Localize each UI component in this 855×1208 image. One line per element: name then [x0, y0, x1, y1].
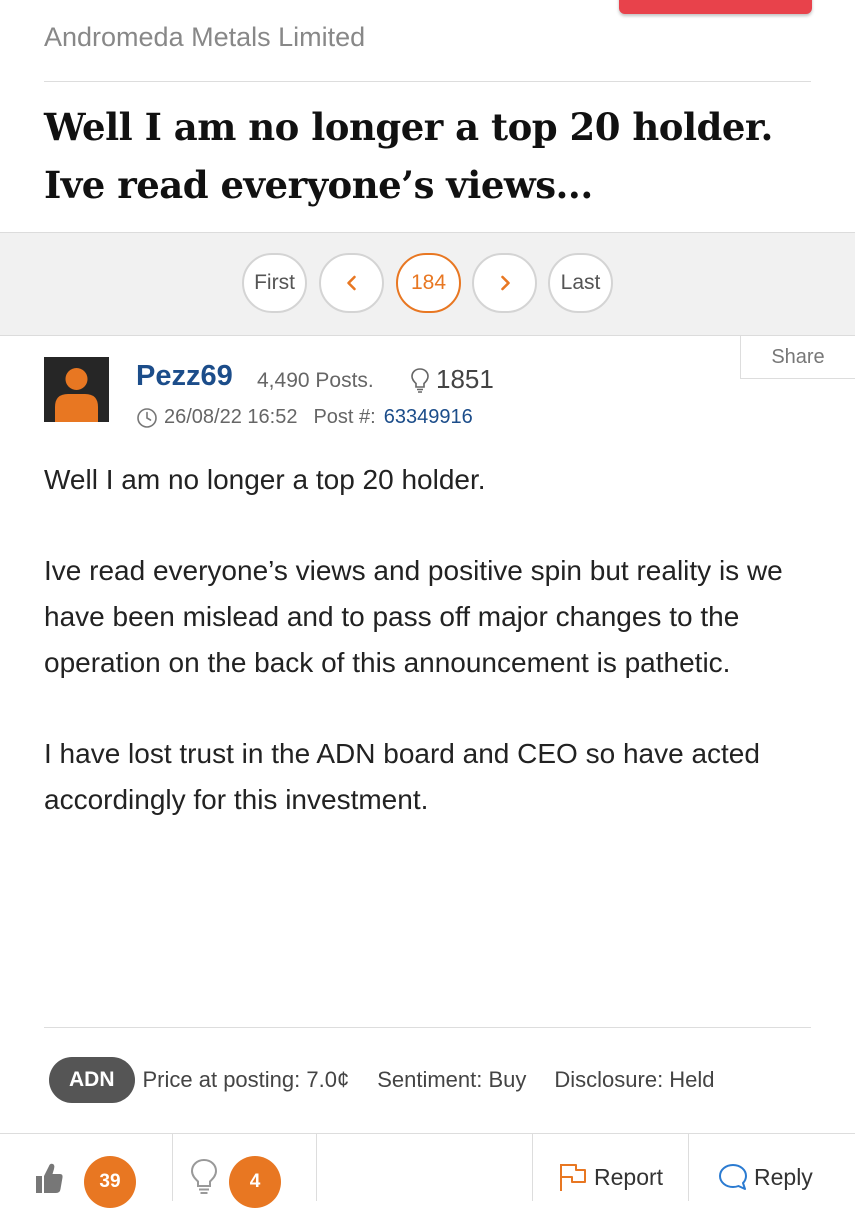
- chevron-right-icon: [500, 275, 510, 291]
- report-button[interactable]: Report: [558, 1162, 663, 1192]
- last-page-button[interactable]: Last: [548, 253, 613, 313]
- post-paragraph: Well I am no longer a top 20 holder.: [44, 464, 486, 495]
- divider: [316, 1134, 317, 1201]
- ticker-badge[interactable]: ADN: [49, 1057, 135, 1103]
- divider: [688, 1134, 689, 1201]
- post-number-label: Post #:: [313, 406, 376, 428]
- post-paragraph: I have lost trust in the ADN board and C…: [44, 738, 760, 815]
- price-at-posting: Price at posting: 7.0¢: [142, 1067, 350, 1092]
- report-label: Report: [594, 1163, 664, 1190]
- post-paragraph: Ive read everyone’s views and positive s…: [44, 555, 783, 678]
- pagination-bar: First 184 Last: [0, 232, 855, 336]
- next-page-button[interactable]: [472, 253, 537, 313]
- reply-button[interactable]: Reply: [718, 1162, 813, 1192]
- thumbs-up-icon[interactable]: [34, 1162, 64, 1194]
- flag-icon: [560, 1164, 586, 1191]
- posts-count: 4,490 Posts.: [257, 369, 374, 392]
- avatar[interactable]: [44, 357, 109, 422]
- share-button[interactable]: Share: [740, 336, 855, 379]
- likes-total-value: 1851: [436, 364, 494, 394]
- lightbulb-icon[interactable]: [190, 1158, 218, 1196]
- post-datetime: 26/08/22 16:52: [164, 406, 298, 428]
- username-link[interactable]: Pezz69: [136, 360, 233, 393]
- ideas-count-badge[interactable]: 4: [229, 1156, 281, 1208]
- thread-title: Well I am no longer a top 20 holder. Ive…: [44, 105, 773, 207]
- likes-count-badge[interactable]: 39: [84, 1156, 136, 1208]
- top-action-button[interactable]: [619, 0, 812, 14]
- post-number-link[interactable]: 63349916: [384, 406, 473, 429]
- lightbulb-icon: [411, 367, 429, 393]
- speech-bubble-icon: [719, 1164, 747, 1190]
- post-action-bar: 39 4 Report Reply: [0, 1133, 855, 1208]
- user-likes-total: 1851: [410, 364, 494, 395]
- post-meta: 26/08/22 16:52 Post #: 63349916: [136, 406, 473, 429]
- divider: [532, 1134, 533, 1201]
- clock-icon: [137, 407, 157, 428]
- sentiment: Sentiment: Buy: [377, 1067, 527, 1092]
- company-name[interactable]: Andromeda Metals Limited: [44, 22, 365, 53]
- divider: [44, 81, 811, 82]
- divider: [44, 1027, 811, 1028]
- divider: [172, 1134, 173, 1201]
- current-page-button[interactable]: 184: [396, 253, 461, 313]
- prev-page-button[interactable]: [319, 253, 384, 313]
- reply-label: Reply: [754, 1163, 813, 1190]
- chevron-left-icon: [346, 275, 356, 291]
- disclosure: Disclosure: Held: [554, 1067, 715, 1092]
- post-footer-info: ADN Price at posting: 7.0¢ Sentiment: Bu…: [49, 1057, 735, 1103]
- post-body: Well I am no longer a top 20 holder. Ive…: [44, 457, 819, 868]
- user-avatar-icon: [55, 368, 98, 422]
- first-page-button[interactable]: First: [242, 253, 307, 313]
